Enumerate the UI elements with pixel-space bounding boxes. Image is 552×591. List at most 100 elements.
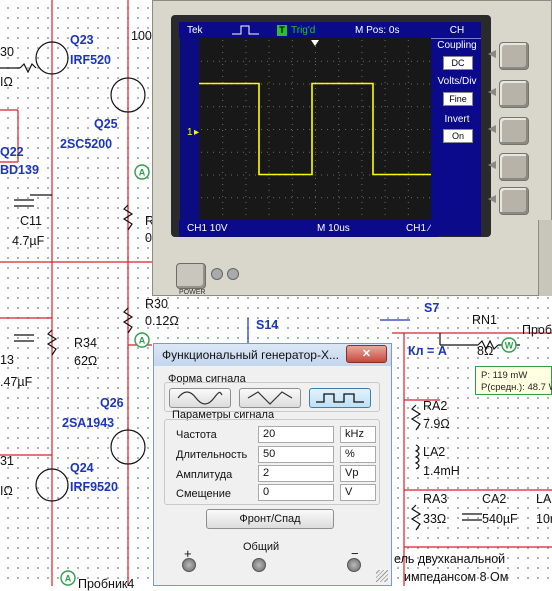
- label-31: 31: [0, 454, 14, 468]
- generator-title-bar[interactable]: Функциональный генератор-Х... ✕: [154, 344, 391, 366]
- label-r30-value: 0.12Ω: [145, 314, 179, 328]
- triangle-wave-icon: [247, 391, 293, 405]
- power-button[interactable]: [176, 263, 206, 289]
- triangle-wave-button[interactable]: [239, 388, 301, 408]
- label-bd139: BD139: [0, 163, 39, 177]
- label-q24: Q24: [70, 461, 94, 475]
- menu-button-3[interactable]: [499, 117, 529, 145]
- amplitude-unit-select[interactable]: Vp: [340, 465, 376, 482]
- probe-letter-w: W: [505, 341, 514, 351]
- label-la2-value: 1.4mH: [423, 464, 460, 478]
- probe-letter-1: A: [139, 168, 146, 178]
- volts-div-value: Fine: [443, 92, 473, 106]
- label-100: 100: [131, 29, 152, 43]
- trig-state: Trig'd: [291, 25, 316, 36]
- m-pos: M Pos: 0s: [355, 25, 400, 36]
- probe-readout: P: 119 mW P(средн.): 48.7 W: [475, 366, 552, 395]
- sine-wave-button[interactable]: [169, 388, 231, 408]
- square-wave-icon: [316, 393, 364, 403]
- label-q25: Q25: [94, 117, 118, 131]
- channel-marker: 1: [187, 127, 193, 138]
- label-s14: S14: [256, 318, 279, 332]
- label-irf9520: IRF9520: [70, 480, 118, 494]
- label-probe4: Пробник4: [78, 577, 135, 591]
- menu-title: CH: [449, 25, 465, 36]
- label-ca2-value: 540µF: [482, 512, 518, 526]
- terminal-minus[interactable]: [347, 558, 361, 572]
- label-ohm-bottom: IΩ: [0, 484, 13, 498]
- label-c11-value: 4.7µF: [12, 234, 45, 248]
- label-2sa1943: 2SA1943: [62, 416, 115, 430]
- edge-button[interactable]: Фронт/Спад: [206, 509, 334, 529]
- terminal-common[interactable]: [252, 558, 266, 572]
- volts-div-label: Volts/Div: [437, 76, 477, 87]
- label-ohm-top: IΩ: [0, 75, 13, 89]
- label-q26: Q26: [100, 396, 124, 410]
- sine-wave-icon: [177, 391, 223, 405]
- ch1-scale: CH1 10V: [187, 223, 228, 234]
- offset-input[interactable]: 0: [258, 484, 334, 501]
- probe-letter-3: A: [65, 574, 72, 584]
- label-model-line2: импедансом 8 Ом: [404, 570, 509, 584]
- label-q22: Q22: [0, 145, 24, 159]
- generator-title: Функциональный генератор-Х...: [162, 348, 339, 362]
- label-r30: R30: [145, 297, 168, 311]
- label-2sc5200: 2SC5200: [60, 137, 113, 151]
- invert-label: Invert: [444, 114, 470, 125]
- close-icon: ✕: [361, 348, 372, 360]
- offset-unit-select[interactable]: V: [340, 484, 376, 501]
- trig-badge: T: [277, 25, 287, 36]
- resize-grip[interactable]: [376, 570, 388, 582]
- menu-pointer-arrows: [488, 50, 496, 203]
- probe-power: P: 119 mW: [481, 370, 528, 381]
- scope-brand: Tek: [187, 25, 203, 36]
- label-ca2: CA2: [482, 492, 507, 506]
- scope-ch-menu: CH Coupling DC Volts/Div Fine Invert On: [431, 22, 481, 236]
- scope-knob-2[interactable]: [227, 268, 239, 280]
- terminal-common-label: Общий: [243, 541, 280, 553]
- param-label-duty: Длительность: [176, 449, 248, 461]
- scope-screen-content: Tek T Trig'd M Pos: 0s 1 ▸ CH1 10V M 10u…: [179, 22, 445, 236]
- amplitude-input[interactable]: 2: [258, 465, 334, 482]
- label-13: 13: [0, 353, 14, 367]
- scope-graticule: [199, 38, 431, 220]
- label-model-line1: ель двухканальной: [394, 552, 506, 566]
- power-label: POWER: [179, 289, 206, 296]
- channel-marker-arrow: ▸: [194, 127, 200, 138]
- label-s7: S7: [424, 301, 440, 315]
- close-button[interactable]: ✕: [346, 345, 387, 363]
- param-label-amplitude: Амплитуда: [176, 469, 233, 481]
- square-wave-button[interactable]: [309, 388, 371, 408]
- label-ra2-value: 7.9Ω: [423, 417, 450, 431]
- scope-right-edge: [538, 220, 552, 296]
- label-q23: Q23: [70, 33, 94, 47]
- frequency-unit-select[interactable]: kHz: [340, 426, 376, 443]
- label-irf520: IRF520: [70, 53, 111, 67]
- coupling-label: Coupling: [437, 40, 477, 51]
- menu-button-5[interactable]: [499, 187, 529, 215]
- frequency-input[interactable]: 20: [258, 426, 334, 443]
- edge-button-label: Фронт/Спад: [239, 513, 301, 525]
- label-ra3: RA3: [423, 492, 448, 506]
- param-label-offset: Смещение: [176, 488, 232, 500]
- menu-button-4[interactable]: [499, 153, 529, 181]
- terminal-plus[interactable]: [182, 558, 196, 572]
- label-la2: LA2: [423, 445, 446, 459]
- label-rn1: RN1: [472, 313, 498, 327]
- label-rn1-value: 8Ω: [477, 344, 494, 358]
- scope-knob-1[interactable]: [211, 268, 223, 280]
- label-r34: R34: [74, 336, 97, 350]
- label-kl-a: Кл = А: [408, 344, 447, 358]
- trigger-edge-icon: [232, 25, 259, 35]
- duty-unit: %: [340, 446, 376, 463]
- param-label-frequency: Частота: [176, 429, 217, 441]
- label-ra2: RA2: [423, 399, 448, 413]
- probe-letter-2: A: [139, 336, 146, 346]
- probe-power-avg: P(средн.): 48.7 W: [481, 382, 552, 393]
- duty-input[interactable]: 50: [258, 446, 334, 463]
- label-c11: C11: [20, 214, 43, 228]
- label-r34-value: 62Ω: [74, 354, 98, 368]
- menu-button-1[interactable]: [499, 42, 529, 70]
- menu-button-2[interactable]: [499, 80, 529, 108]
- time-scale: M 10us: [317, 223, 350, 234]
